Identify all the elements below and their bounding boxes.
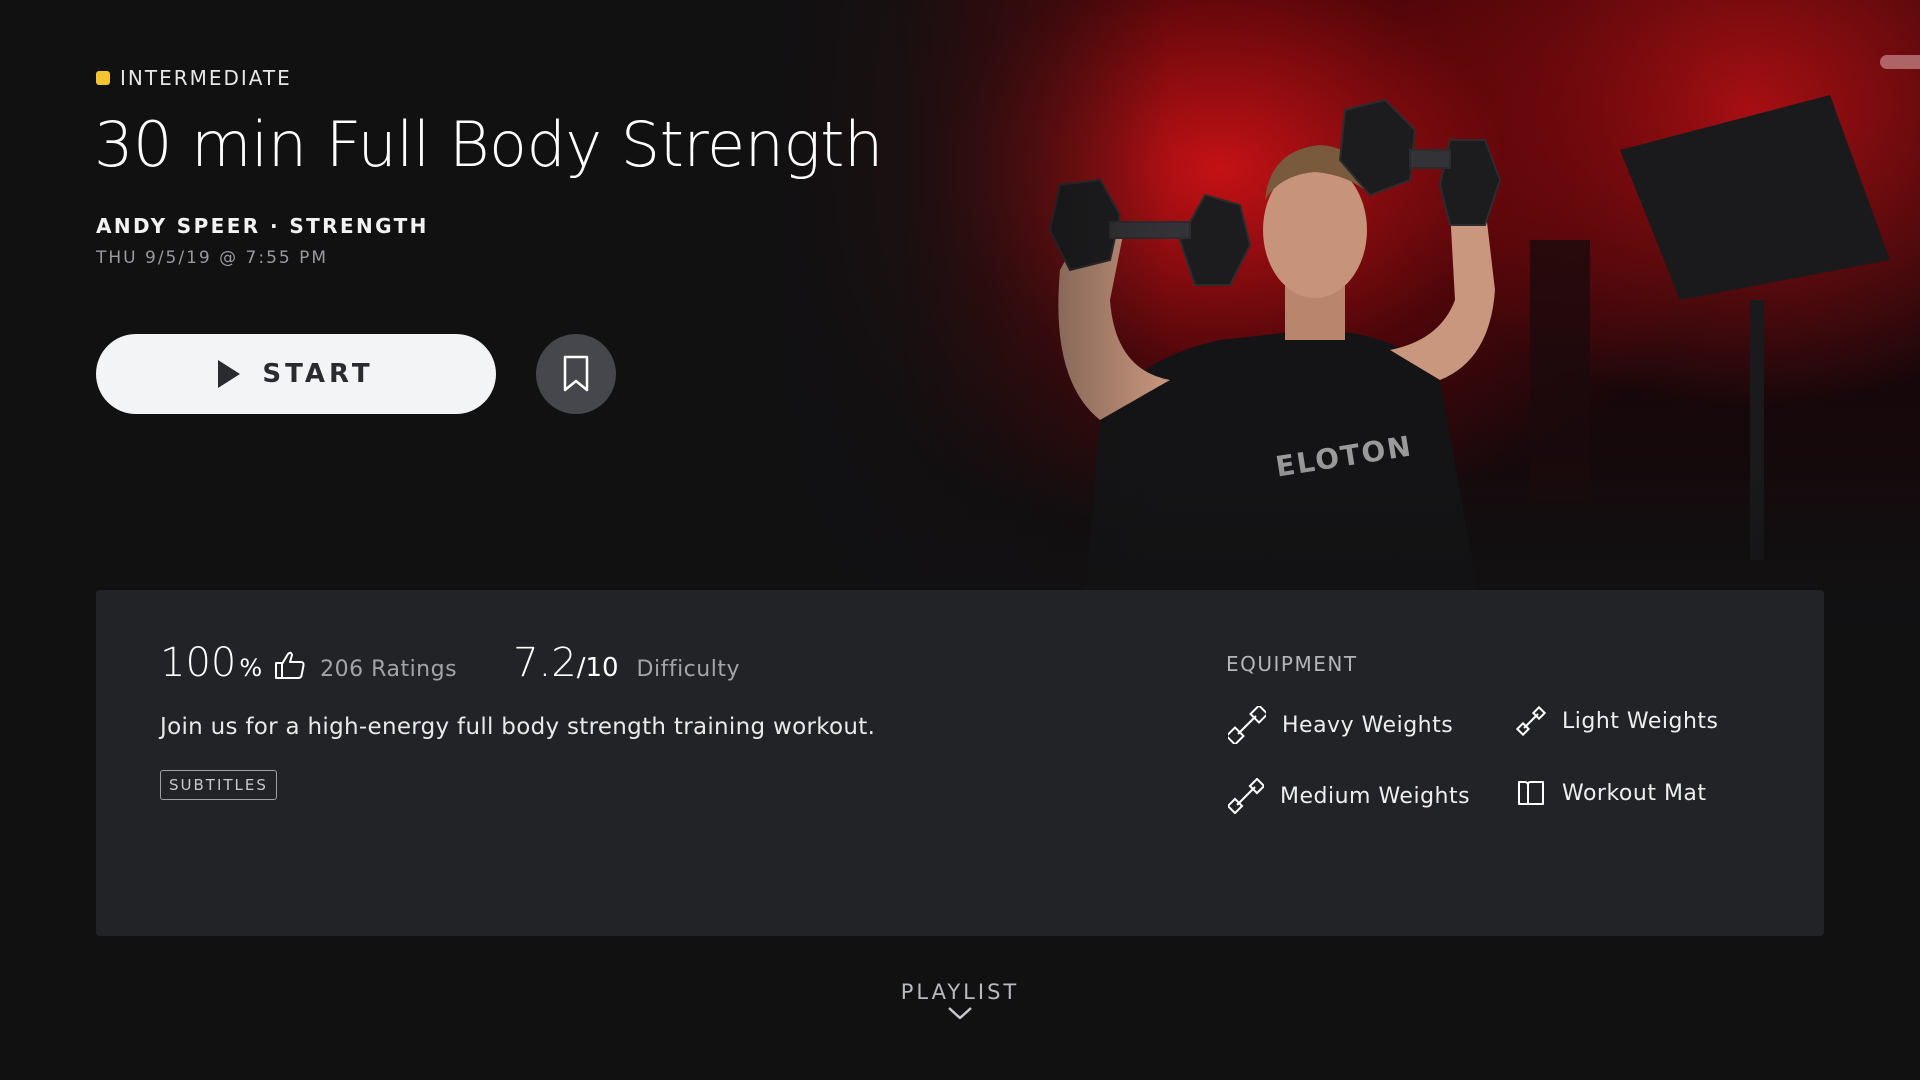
stats-row: 100 % 206 Ratings 7.2 /10 Difficulty <box>160 640 740 686</box>
start-button[interactable]: START <box>96 334 496 414</box>
dumbbell-medium-icon <box>1228 778 1264 814</box>
equipment-item-light-weights: Light Weights <box>1516 706 1719 736</box>
playlist-toggle[interactable]: PLAYLIST <box>0 980 1920 1020</box>
air-date: THU 9/5/19 @ 7:55 PM <box>96 248 329 268</box>
subtitles-badge: SUBTITLES <box>160 770 277 800</box>
bookmark-button[interactable] <box>536 334 616 414</box>
play-icon <box>218 360 241 388</box>
equipment-label: Medium Weights <box>1280 783 1471 809</box>
ratings-count: 206 Ratings <box>320 657 458 682</box>
dumbbell-light-icon <box>1516 706 1546 736</box>
level-dot-icon <box>96 71 110 85</box>
difficulty-level: INTERMEDIATE <box>96 66 292 90</box>
mat-icon <box>1518 781 1544 805</box>
difficulty-unit: /10 <box>576 653 619 683</box>
hero-image: ELOTON <box>750 0 1920 660</box>
rating-unit: % <box>239 654 263 682</box>
difficulty-label: Difficulty <box>636 657 740 682</box>
class-description: Join us for a high-energy full body stre… <box>160 714 876 740</box>
equipment-label: Light Weights <box>1562 708 1719 734</box>
equipment-item-medium-weights: Medium Weights <box>1228 778 1470 814</box>
bookmark-icon <box>563 355 589 392</box>
equipment-item-workout-mat: Workout Mat <box>1516 778 1707 808</box>
level-label: INTERMEDIATE <box>120 66 292 90</box>
equipment-heading: EQUIPMENT <box>1226 652 1358 676</box>
start-label: START <box>262 359 374 389</box>
equipment-item-heavy-weights: Heavy Weights <box>1228 706 1453 744</box>
class-details-panel: 100 % 206 Ratings 7.2 /10 Difficulty Joi… <box>96 590 1824 936</box>
instructor-discipline: ANDY SPEER · STRENGTH <box>96 214 429 238</box>
equipment-label: Heavy Weights <box>1282 712 1454 738</box>
dumbbell-heavy-icon <box>1228 706 1266 744</box>
equipment-label: Workout Mat <box>1562 780 1707 806</box>
rating-value: 100 <box>160 640 237 686</box>
chevron-down-icon <box>948 1007 972 1020</box>
playlist-label: PLAYLIST <box>900 980 1020 1004</box>
thumbs-up-icon <box>274 650 306 684</box>
difficulty-value: 7.2 <box>513 640 577 686</box>
class-title: 30 min Full Body Strength <box>94 108 883 181</box>
